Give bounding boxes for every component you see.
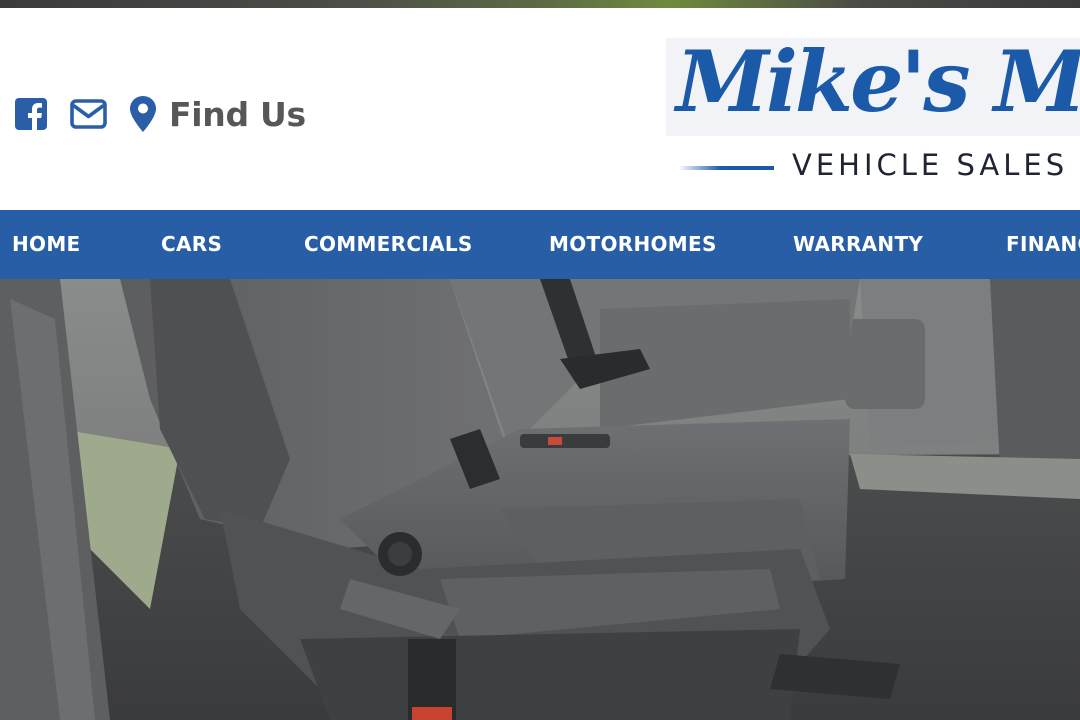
nav-item-motorhomes[interactable]: MOTORHOMES (549, 232, 717, 256)
logo-tagline: VEHICLE SALES (792, 148, 1069, 182)
nav-item-warranty[interactable]: WARRANTY (793, 232, 923, 256)
main-navigation: HOME CARS COMMERCIALS MOTORHOMES WARRANT… (0, 210, 1080, 279)
top-image-strip (0, 0, 1080, 8)
facebook-link[interactable] (14, 97, 48, 131)
hero-image (0, 279, 1080, 720)
find-us-label: Find Us (169, 94, 306, 134)
find-us-link[interactable]: Find Us (129, 95, 306, 134)
envelope-icon (70, 99, 107, 129)
contact-links: Find Us (14, 92, 306, 136)
logo-underline (678, 166, 774, 170)
facebook-square-icon (15, 98, 47, 131)
nav-item-finance[interactable]: FINANCE (1006, 232, 1080, 256)
email-link[interactable] (70, 99, 107, 129)
site-logo[interactable]: Mike's Motors VEHICLE SALES (666, 38, 1080, 198)
nav-item-home[interactable]: HOME (12, 232, 81, 256)
nav-item-cars[interactable]: CARS (161, 232, 222, 256)
site-header: Find Us Mike's Motors VEHICLE SALES (0, 8, 1080, 210)
van-rear-seat-photo (0, 279, 1080, 720)
nav-item-commercials[interactable]: COMMERCIALS (304, 232, 473, 256)
map-marker-icon (130, 96, 156, 132)
logo-script-text: Mike's Motors (676, 38, 1080, 131)
